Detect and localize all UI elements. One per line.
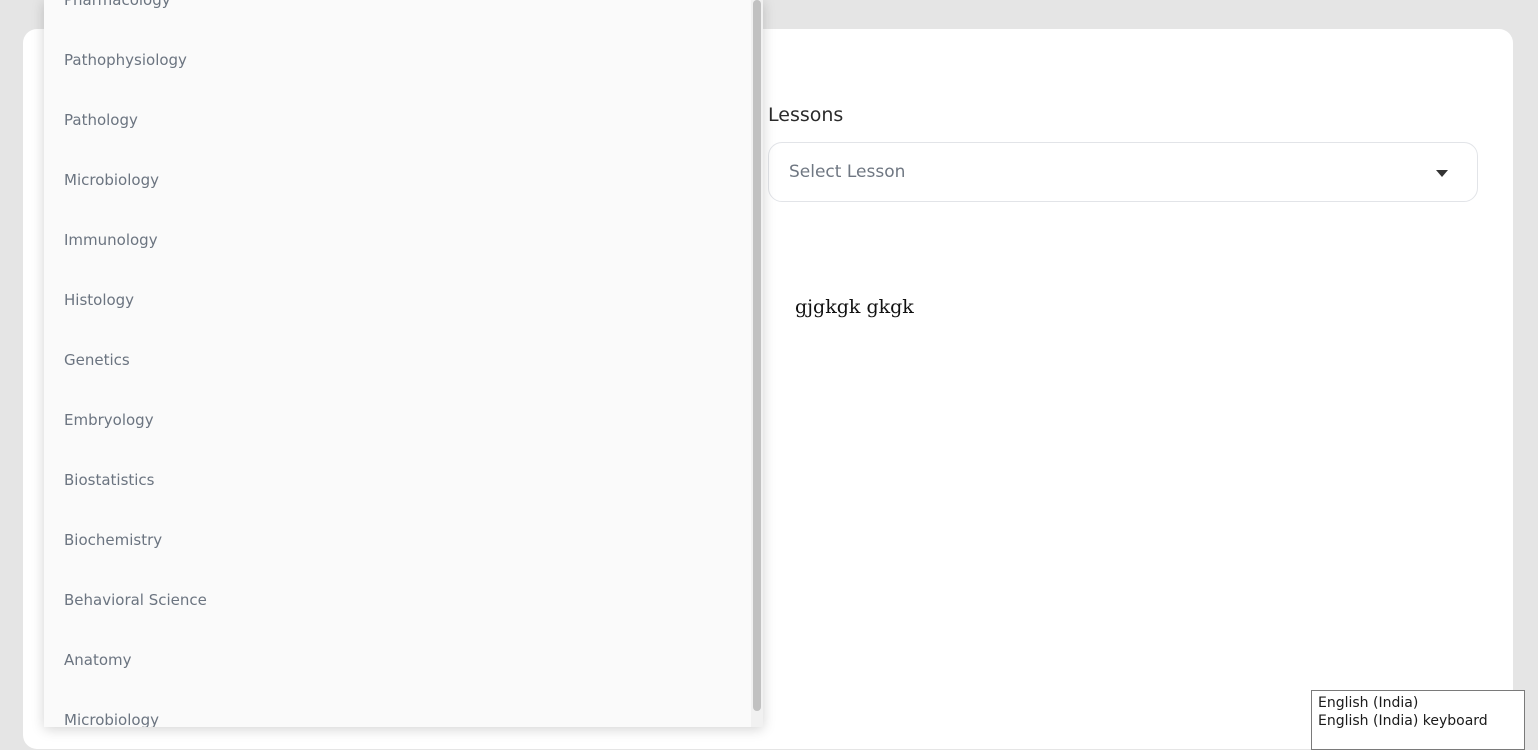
subject-option-immunology[interactable]: Immunology [44,210,207,270]
subject-option-behavioral-science[interactable]: Behavioral Science [44,570,207,630]
subject-dropdown-list: Pharmacology Pathophysiology Pathology M… [44,0,763,727]
subject-option-microbiology[interactable]: Microbiology [44,150,207,210]
language-indicator-popup: English (India) English (India) keyboard [1311,690,1525,750]
subject-option-microbiology-2[interactable]: Microbiology [44,690,207,727]
lesson-select-placeholder: Select Lesson [789,162,906,182]
subject-option-embryology[interactable]: Embryology [44,390,207,450]
caret-down-icon [1436,170,1448,177]
subject-option-histology[interactable]: Histology [44,270,207,330]
subject-option-pathology[interactable]: Pathology [44,90,207,150]
subject-options: Pharmacology Pathophysiology Pathology M… [44,0,207,727]
subject-option-genetics[interactable]: Genetics [44,330,207,390]
content-text: gjgkgk gkgk [795,296,914,318]
subject-option-biostatistics[interactable]: Biostatistics [44,450,207,510]
subject-option-pathophysiology[interactable]: Pathophysiology [44,30,207,90]
subject-option-anatomy[interactable]: Anatomy [44,630,207,690]
dropdown-scrollbar-thumb[interactable] [753,0,761,711]
lesson-select[interactable]: Select Lesson [768,142,1478,202]
dropdown-scrollbar[interactable] [751,0,763,727]
subject-option-pharmacology[interactable]: Pharmacology [44,0,207,30]
keyboard-layout-name: English (India) keyboard [1318,713,1488,729]
language-name: English (India) [1318,695,1419,711]
subject-option-biochemistry[interactable]: Biochemistry [44,510,207,570]
lessons-label: Lessons [768,104,844,126]
